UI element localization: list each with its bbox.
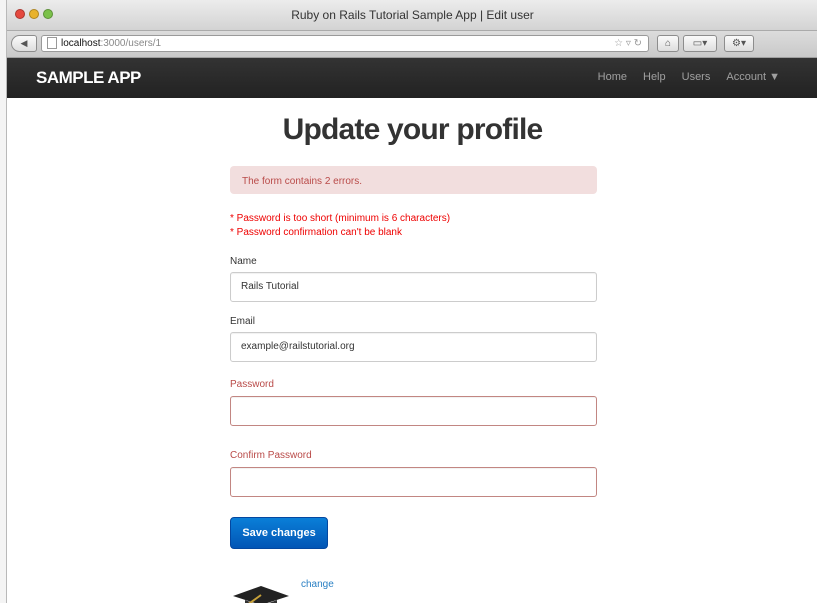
site-logo[interactable]: SAMPLE APP [36, 68, 141, 88]
page-title: Update your profile [282, 113, 544, 146]
nav-help[interactable]: Help [643, 71, 666, 83]
site-navbar: SAMPLE APP Home Help Users Account ▼ [7, 58, 817, 98]
password-label: Password [230, 379, 274, 390]
confirm-password-label: Confirm Password [230, 450, 312, 461]
page-icon [47, 37, 57, 50]
browser-toolbar: ◀ localhost:3000/users/1 ☆ ▿ ↻ ⌂ ▭▾ ⚙▾ [7, 31, 817, 58]
email-field[interactable]: example@railstutorial.org [230, 332, 597, 362]
nav-home[interactable]: Home [598, 71, 627, 83]
nav-links: Home Help Users Account ▼ [598, 71, 780, 83]
save-changes-button[interactable]: Save changes [230, 517, 328, 549]
address-bar[interactable]: localhost:3000/users/1 ☆ ▿ ↻ [41, 35, 649, 52]
password-field[interactable] [230, 396, 597, 426]
home-button[interactable]: ⌂ [657, 35, 679, 52]
name-field[interactable]: Rails Tutorial [230, 272, 597, 302]
reload-icon[interactable]: ☆ ▿ ↻ [614, 36, 642, 51]
browser-window: Ruby on Rails Tutorial Sample App | Edit… [6, 0, 817, 603]
gravatar-image [231, 578, 293, 603]
tools-button[interactable]: ⚙▾ [724, 35, 754, 52]
error-list: * Password is too short (minimum is 6 ch… [230, 212, 450, 240]
chevron-down-icon: ▼ [769, 71, 780, 83]
confirm-password-field[interactable] [230, 467, 597, 497]
bookmarks-button[interactable]: ▭▾ [683, 35, 717, 52]
nav-account-label: Account [726, 71, 767, 83]
change-gravatar-link[interactable]: change [301, 579, 334, 590]
error-item: * Password is too short (minimum is 6 ch… [230, 213, 451, 224]
window-title: Ruby on Rails Tutorial Sample App | Edit… [291, 8, 534, 22]
name-label: Name [230, 256, 257, 267]
title-bar: Ruby on Rails Tutorial Sample App | Edit… [7, 0, 817, 31]
back-button[interactable]: ◀ [11, 35, 37, 52]
nav-account[interactable]: Account ▼ [726, 71, 780, 83]
url-host: localhost [61, 38, 101, 49]
nav-users[interactable]: Users [682, 71, 711, 83]
error-item: * Password confirmation can't be blank [230, 227, 402, 238]
error-summary-alert: The form contains 2 errors. [230, 166, 597, 194]
email-label: Email [230, 316, 256, 327]
url-path: :3000/users/1 [100, 38, 162, 49]
